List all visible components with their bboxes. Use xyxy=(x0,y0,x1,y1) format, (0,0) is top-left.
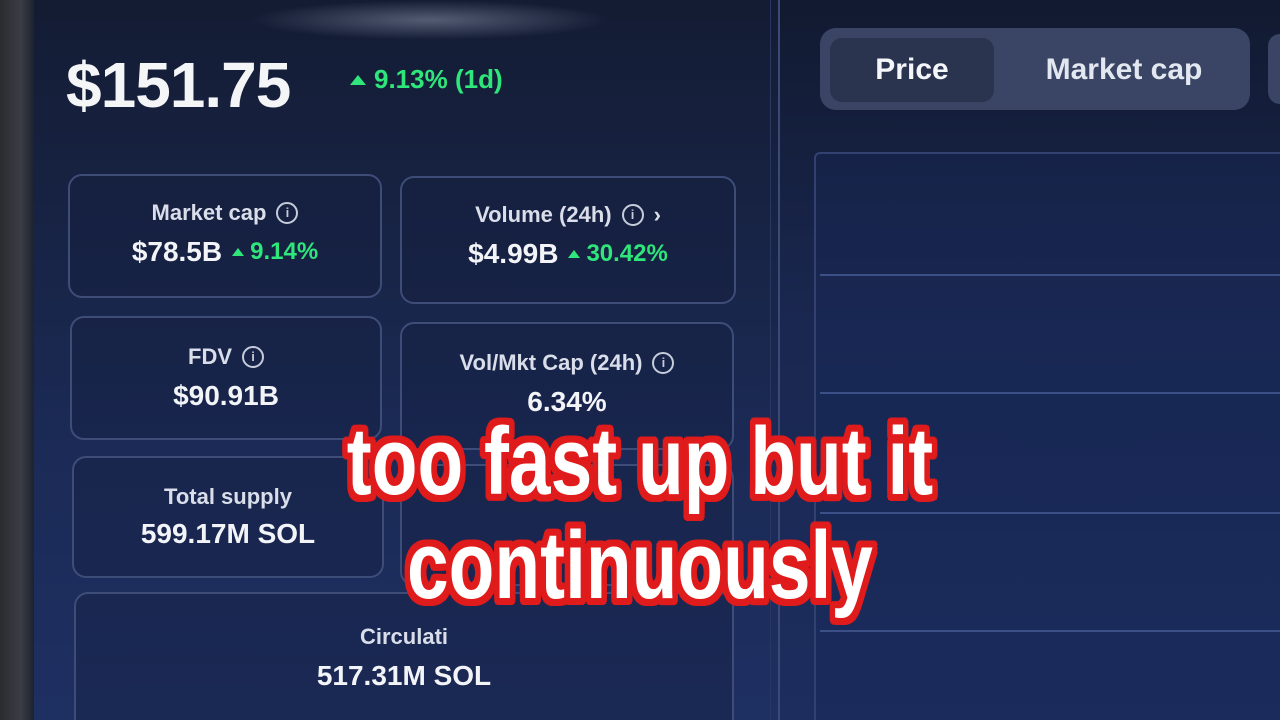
video-caption: too fast up but it continuously xyxy=(141,410,1139,618)
price-change-1d: 9.13% (1d) xyxy=(350,64,503,95)
chart-gridline xyxy=(820,274,1280,276)
screen: $151.75 9.13% (1d) Market cap i $78.5B 9… xyxy=(0,0,1280,720)
fdv-label: FDV xyxy=(188,344,232,369)
info-icon[interactable]: i xyxy=(652,352,675,374)
caption-line-1: too fast up but it xyxy=(346,408,934,515)
volume-label: Volume (24h) xyxy=(475,202,612,227)
info-icon[interactable]: i xyxy=(242,346,264,368)
circulating-supply-value: 517.31M SOL xyxy=(316,660,492,691)
caption-line-2: continuously xyxy=(407,512,873,619)
tab-partial[interactable] xyxy=(1268,34,1280,104)
triangle-up-icon xyxy=(568,250,581,258)
volume-value: $4.99B xyxy=(468,238,559,269)
volume-change: 30.42% xyxy=(586,240,668,267)
screen-glare xyxy=(250,0,610,40)
info-icon[interactable]: i xyxy=(276,202,299,224)
market-cap-value: $78.5B xyxy=(131,236,223,267)
triangle-up-icon xyxy=(350,74,366,85)
fdv-value: $90.91B xyxy=(173,380,279,411)
chart-tabs: Price Market cap xyxy=(820,28,1250,110)
chart-gridline xyxy=(820,630,1280,632)
tab-market-cap[interactable]: Market cap xyxy=(1008,38,1240,102)
current-price: $151.75 xyxy=(66,49,291,121)
triangle-up-icon xyxy=(232,248,245,256)
price-change-text: 9.13% (1d) xyxy=(374,64,503,94)
market-cap-card: Market cap i $78.5B 9.14% xyxy=(68,174,382,298)
vol-mkt-cap-label: Vol/Mkt Cap (24h) xyxy=(459,350,643,375)
market-cap-label: Market cap xyxy=(151,200,267,225)
chevron-right-icon[interactable]: › xyxy=(654,202,661,228)
monitor-bezel xyxy=(0,0,34,720)
chart-gridline xyxy=(820,392,1280,394)
info-icon[interactable]: i xyxy=(621,204,644,226)
tab-price[interactable]: Price xyxy=(830,38,994,102)
circulating-supply-label: Circulati xyxy=(359,624,449,649)
market-cap-change: 9.14% xyxy=(250,238,319,265)
volume-card[interactable]: Volume (24h) i › $4.99B 30.42% xyxy=(400,176,736,304)
